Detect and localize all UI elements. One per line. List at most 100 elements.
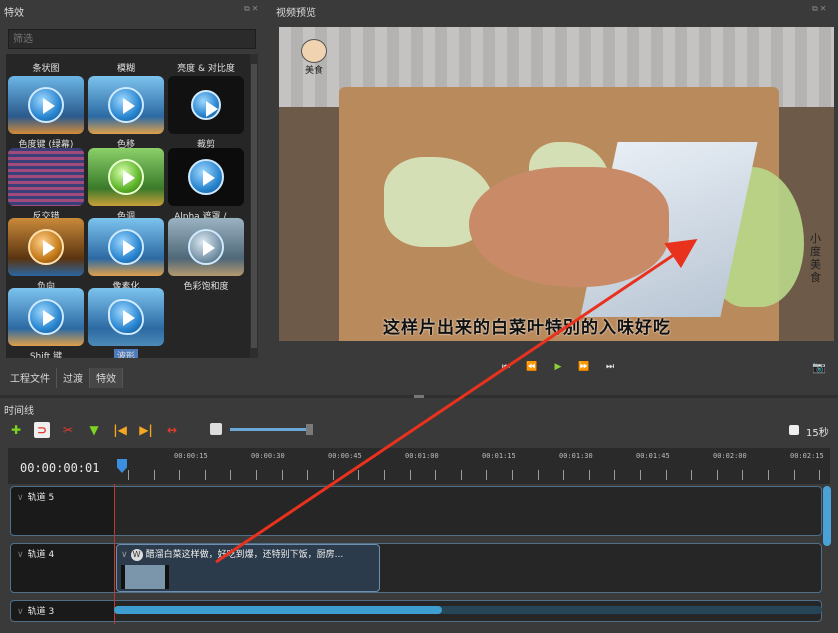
video-clip[interactable]: ∨ W 醋溜白菜这样做，好吃到爆，还特别下饭，厨房... xyxy=(116,544,380,592)
razor-tool-button[interactable]: ✂ xyxy=(60,422,76,438)
effect-pixelate[interactable]: 像素化 xyxy=(86,218,166,292)
ruler-tick xyxy=(205,470,206,480)
effect-crop[interactable]: 裁剪 xyxy=(166,76,246,150)
play-icon xyxy=(28,87,64,123)
effect-hue[interactable]: 色调 xyxy=(86,148,166,222)
effect-chroma-key[interactable]: 色度键 (绿幕) xyxy=(6,76,86,150)
left-panel-tabs: 工程文件 过渡 特效 xyxy=(4,368,123,388)
effect-bars[interactable]: 条状图 xyxy=(6,58,86,74)
previous-marker-button[interactable]: |◀ xyxy=(112,422,128,438)
playback-controls: ⏮ ⏪ ▶ ⏩ ⏭ xyxy=(498,360,618,374)
effect-label: 波形 xyxy=(113,349,138,358)
track-5[interactable]: ∨ 轨道 5 xyxy=(10,486,822,536)
playhead-handle[interactable] xyxy=(117,459,127,473)
track-header[interactable]: ∨ 轨道 4 xyxy=(11,544,115,592)
timeline-vertical-scrollbar[interactable] xyxy=(823,486,831,546)
track-name: ∨ 轨道 4 xyxy=(17,550,55,560)
ruler-tick xyxy=(154,470,155,480)
scrollbar-thumb[interactable] xyxy=(251,64,257,348)
tab-transitions[interactable]: 过渡 xyxy=(57,368,90,388)
track-4[interactable]: ∨ 轨道 4 ∨ W 醋溜白菜这样做，好吃到爆，还特别下饭，厨房... xyxy=(10,543,822,593)
ruler-tick-label: 00:01:00 xyxy=(405,452,439,460)
ruler-tick xyxy=(512,470,513,480)
ruler-tick xyxy=(768,470,769,480)
clip-badge-icon: W xyxy=(130,549,143,561)
track-name: ∨ 轨道 5 xyxy=(17,493,55,503)
tab-project-files[interactable]: 工程文件 xyxy=(4,368,57,388)
panel-dock-controls[interactable]: ⧉✕ xyxy=(244,4,260,14)
effects-filter-input[interactable] xyxy=(8,29,256,49)
chevron-down-icon[interactable]: ∨ xyxy=(17,550,24,560)
effect-brightness-contrast[interactable]: 亮度 & 对比度 xyxy=(166,58,246,74)
ruler-tick xyxy=(256,470,257,480)
effect-negative[interactable]: 负向 xyxy=(6,218,86,292)
chevron-down-icon[interactable]: ∨ xyxy=(121,550,128,560)
ruler-tick xyxy=(307,470,308,480)
ruler-tick xyxy=(538,470,539,480)
effect-label: 模糊 xyxy=(116,64,135,74)
ruler-tick xyxy=(717,470,718,480)
ruler-tick xyxy=(435,470,436,480)
ruler-tick xyxy=(819,470,820,480)
tab-effects[interactable]: 特效 xyxy=(90,368,123,388)
timeline-horizontal-scrollbar[interactable] xyxy=(114,606,822,614)
play-icon xyxy=(28,299,64,335)
video-subtitle: 这样片出来的白菜叶特别的入味好吃 xyxy=(383,318,671,338)
zoom-slider-handle[interactable] xyxy=(306,424,313,435)
ruler-tick-label: 00:00:45 xyxy=(328,452,362,460)
rewind-button[interactable]: ⏪ xyxy=(524,360,540,374)
zoom-slider[interactable] xyxy=(230,424,313,435)
ruler-tick-label: 00:01:15 xyxy=(482,452,516,460)
ruler-tick xyxy=(614,470,615,480)
effect-saturation[interactable]: 色彩饱和度 xyxy=(166,218,246,292)
track-header[interactable]: ∨ 轨道 5 xyxy=(11,487,115,535)
effect-wave[interactable]: 波形 xyxy=(86,288,166,358)
ruler-tick-label: 00:02:15 xyxy=(790,452,824,460)
center-playhead-button[interactable]: ↔ xyxy=(164,422,180,438)
effects-grid: 条状图 模糊 亮度 & 对比度 色度键 (绿幕) 色移 裁剪 反交错 色调 Al… xyxy=(6,54,251,358)
zoom-lock-icon[interactable] xyxy=(210,423,222,435)
zoom-checkbox[interactable] xyxy=(789,425,799,435)
ruler-tick xyxy=(230,470,231,480)
ruler-tick-label: 00:01:45 xyxy=(636,452,670,460)
ruler-tick-label: 00:00:30 xyxy=(251,452,285,460)
ruler-tick xyxy=(666,470,667,480)
effect-thumbnail xyxy=(168,76,244,134)
timeline-ruler[interactable]: 00:00:00:01 00:00:15 00:00:30 00:00:45 00:0… xyxy=(8,448,830,484)
effects-panel-title: 特效 xyxy=(4,8,24,19)
snap-toggle-button[interactable]: ⊃ xyxy=(34,422,50,438)
scrollbar-thumb[interactable] xyxy=(114,606,442,614)
effects-scrollbar[interactable] xyxy=(250,54,258,358)
track-header[interactable]: ∨ 轨道 3 xyxy=(11,601,115,621)
play-button[interactable]: ▶ xyxy=(550,360,566,374)
play-icon xyxy=(108,299,144,335)
panel-dock-controls[interactable]: ⧉✕ xyxy=(812,4,828,14)
effect-thumbnail xyxy=(168,148,244,206)
chevron-down-icon[interactable]: ∨ xyxy=(17,493,24,503)
effect-alpha-mask[interactable]: Alpha 遮罩 / ... xyxy=(166,148,246,222)
ruler-tick xyxy=(410,470,411,480)
ruler-tick-label: 00:02:00 xyxy=(713,452,747,460)
timeline-title: 时间线 xyxy=(4,406,34,417)
effect-thumbnail xyxy=(8,148,84,206)
add-track-button[interactable]: ✚ xyxy=(8,422,24,438)
play-icon xyxy=(188,159,224,195)
jump-start-button[interactable]: ⏮ xyxy=(498,360,514,374)
effect-shift[interactable]: Shift 键 xyxy=(6,288,86,358)
ruler-tick xyxy=(128,470,129,480)
play-icon xyxy=(28,229,64,265)
jump-end-button[interactable]: ⏭ xyxy=(602,360,618,374)
effect-blur[interactable]: 模糊 xyxy=(86,58,166,74)
fast-forward-button[interactable]: ⏩ xyxy=(576,360,592,374)
chevron-down-icon[interactable]: ∨ xyxy=(17,607,24,617)
camera-icon[interactable]: 📷 xyxy=(812,361,826,374)
channel-logo: 美食 xyxy=(297,39,331,89)
effect-color-shift[interactable]: 色移 xyxy=(86,76,166,150)
effect-deinterlace[interactable]: 反交错 xyxy=(6,148,86,222)
zoom-label: 15秒 xyxy=(806,428,829,439)
add-marker-button[interactable]: ▼ xyxy=(86,422,102,438)
ruler-tick xyxy=(179,470,180,480)
next-marker-button[interactable]: ▶| xyxy=(138,422,154,438)
playhead-line xyxy=(114,484,115,624)
effect-thumbnail xyxy=(8,76,84,134)
